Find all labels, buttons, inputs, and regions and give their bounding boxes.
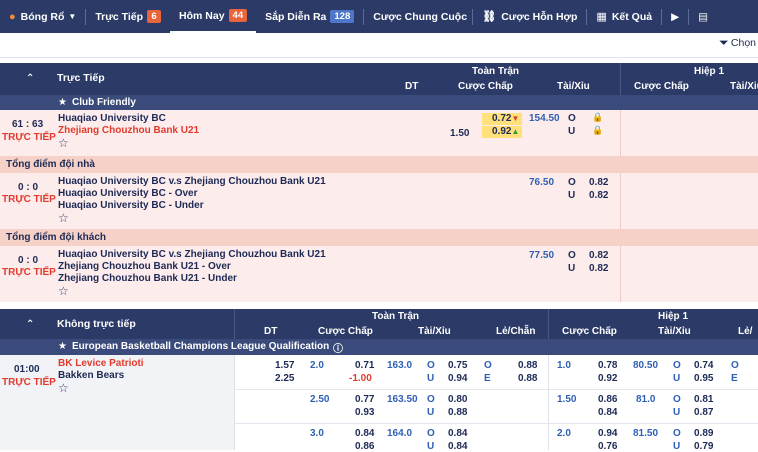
under-odds[interactable]: 0.82 <box>589 190 608 201</box>
sport-selector[interactable]: ● Bóng Rổ ▼ <box>0 0 85 33</box>
away-total-header: Tổng điểm đội khách <box>0 229 758 246</box>
match-time: 01:00 <box>14 364 40 375</box>
star-icon: ★ <box>58 97 67 108</box>
info-icon[interactable]: ⓘ <box>333 340 343 355</box>
video-icon: ▶ <box>671 10 680 23</box>
basketball-icon: ● <box>9 10 16 23</box>
results-icon: ▦ <box>596 11 607 23</box>
filter-icon: ⏷ <box>719 37 728 49</box>
tab-today[interactable]: Hôm Nay 44 <box>170 0 257 33</box>
today-count-badge: 44 <box>228 9 248 22</box>
live-count-badge: 6 <box>147 10 162 23</box>
tab-live[interactable]: Trực Tiếp 6 <box>86 0 170 33</box>
up-arrow-icon: ▲ <box>511 127 520 136</box>
handicap-home-odds[interactable]: 0.72▼ <box>482 113 522 125</box>
col-handicap: Cược Chấp <box>458 81 513 92</box>
favorite-star-icon[interactable]: ☆ <box>58 211 69 225</box>
live-section-title: Trực Tiếp <box>57 72 105 84</box>
col-ou-h1: Tài/Xiu <box>730 81 758 92</box>
home-total-header: Tổng điểm đội nhà <box>0 156 758 173</box>
match-status: TRỰC TIẾP <box>2 132 56 143</box>
col-ou: Tài/Xỉu <box>557 81 590 92</box>
collapse-icon[interactable]: ⌃ <box>26 73 34 84</box>
match-row: 61 : 63 TRỰC TIẾP Huaqiao University BC … <box>0 110 758 156</box>
stats-icon: ▤ <box>698 10 709 23</box>
match-status: TRỰC TIẾP <box>2 377 56 388</box>
collapse-icon[interactable]: ⌃ <box>26 319 34 330</box>
lock-icon: 🔒 <box>592 112 604 122</box>
moneyline-home[interactable]: 1.57 <box>275 360 294 371</box>
league-header[interactable]: ★ Club Friendly <box>0 95 758 110</box>
ou-line: 154.50 <box>529 113 560 124</box>
filter-button[interactable]: ⏷ Chọn <box>720 37 756 50</box>
star-icon: ★ <box>58 341 67 352</box>
favorite-star-icon[interactable]: ☆ <box>58 284 69 298</box>
away-total-row: 0 : 0 TRỰC TIẾP Huaqiao University BC v.… <box>0 246 758 302</box>
over-odds[interactable]: 0.82 <box>589 177 608 188</box>
moneyline-away[interactable]: 2.25 <box>275 373 294 384</box>
down-arrow-icon: ▼ <box>511 114 520 123</box>
top-nav: ● Bóng Rổ ▼ Trực Tiếp 6 Hôm Nay 44 Sắp D… <box>0 0 758 33</box>
filter-bar: ⏷ Chọn <box>0 33 758 58</box>
home-team: BK Levice Patrioti <box>58 358 144 369</box>
half1-header: Hiệp 1 <box>694 66 725 77</box>
parlay-icon: ⛓ <box>482 11 497 23</box>
favorite-star-icon[interactable]: ☆ <box>58 381 69 395</box>
video-button[interactable]: ▶ <box>662 0 688 33</box>
tab-parlay[interactable]: ⛓ Cược Hỗn Hợp <box>473 0 586 33</box>
chevron-down-icon: ▼ <box>68 12 77 21</box>
tab-results[interactable]: ▦ Kết Quả <box>587 0 661 33</box>
over-odds[interactable]: 0.82 <box>589 250 608 261</box>
home-total-row: 0 : 0 TRỰC TIẾP Huaqiao University BC v.… <box>0 173 758 229</box>
prematch-section-header: ⌃ Không trực tiếp Toàn Trận Hiệp 1 DT Cư… <box>0 309 758 339</box>
stats-button[interactable]: ▤ <box>689 0 717 33</box>
upcoming-count-badge: 128 <box>330 10 355 23</box>
league-header[interactable]: ★ European Basketball Champions League Q… <box>0 339 758 355</box>
home-team: Huaqiao University BC <box>58 113 166 124</box>
prematch-match: BK Levice Patrioti Bakken Bears ☆ 01:00 … <box>0 355 758 452</box>
match-score: 61 : 63 <box>12 119 44 130</box>
away-team: Zhejiang Chouzhou Bank U21 <box>58 125 200 136</box>
under-odds[interactable]: 0.82 <box>589 263 608 274</box>
col-dt: DT <box>405 81 419 92</box>
tab-outright[interactable]: Cược Chung Cuộc <box>364 0 472 33</box>
favorite-star-icon[interactable]: ☆ <box>58 136 69 150</box>
live-section-header: ⌃ Trực Tiếp Toàn Trận Hiệp 1 DT Cược Chấ… <box>0 63 758 95</box>
away-team: Bakken Bears <box>58 370 125 381</box>
col-handicap-h1: Cược Chấp <box>634 81 689 92</box>
lock-icon: 🔒 <box>592 125 604 135</box>
tab-upcoming[interactable]: Sắp Diễn Ra 128 <box>256 0 363 33</box>
full-time-header: Toàn Trận <box>472 66 520 77</box>
handicap-line: 1.50 <box>450 128 470 139</box>
handicap-away-odds[interactable]: 0.92▲ <box>482 126 522 138</box>
